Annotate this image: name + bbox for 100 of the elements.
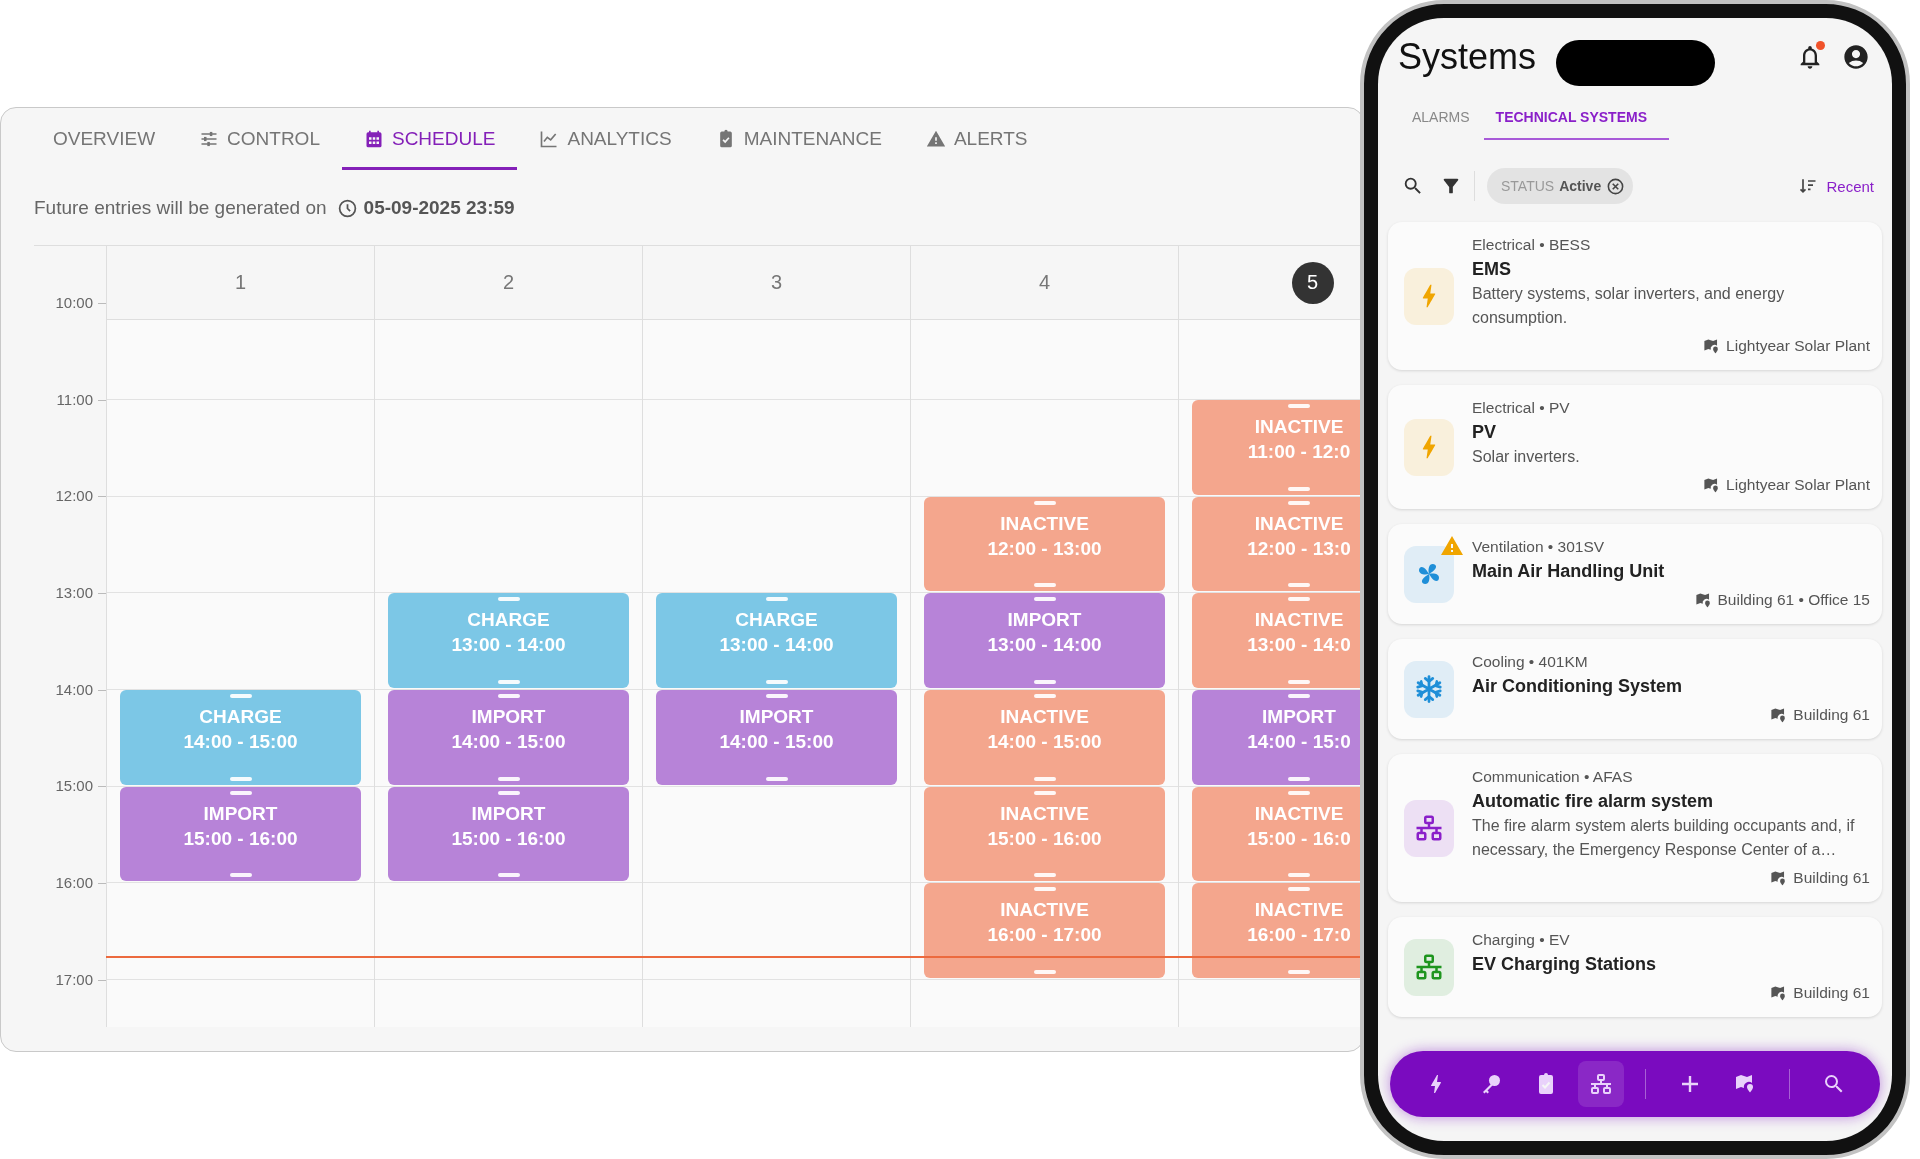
chip-label: STATUS	[1501, 178, 1555, 194]
tab[interactable]: MAINTENANCE	[693, 108, 904, 170]
tab[interactable]: ALERTS	[903, 108, 1050, 170]
event-type: INACTIVE	[1000, 898, 1089, 923]
system-category: Electrical • PV	[1472, 398, 1571, 418]
close-icon[interactable]	[1606, 176, 1626, 196]
search-icon[interactable]	[1402, 175, 1424, 197]
info-text: Future entries will be generated on	[34, 197, 327, 219]
day-number[interactable]: 3	[755, 261, 798, 304]
time-label: 15:00	[55, 776, 93, 797]
system-name: EV Charging Stations	[1472, 953, 1658, 976]
event-time: 15:00 - 16:00	[987, 826, 1102, 851]
resize-handle[interactable]	[497, 776, 520, 781]
location-text: Building 61	[1793, 983, 1870, 1003]
time-label: 12:00	[55, 486, 93, 507]
event-type: IMPORT	[471, 801, 546, 826]
schedule-event[interactable]: IMPORT 14:00 - 15:0	[1192, 690, 1363, 785]
account-icon[interactable]	[1842, 43, 1870, 71]
event-time: 12:00 - 13:00	[987, 536, 1102, 561]
schedule-event[interactable]: IMPORT 15:00 - 16:00	[120, 786, 361, 882]
sliders-icon	[199, 129, 220, 149]
resize-handle[interactable]	[765, 597, 788, 602]
system-card[interactable]: Electrical • BESS EMS Battery systems, solar inverters, and energy consumption. Lightyear Solar Plant	[1388, 222, 1882, 370]
event-type: INACTIVE	[1254, 608, 1344, 633]
resize-handle[interactable]	[1288, 776, 1310, 781]
system-category: Electrical • BESS	[1472, 235, 1592, 255]
resize-handle[interactable]	[229, 776, 252, 781]
system-name: PV	[1472, 421, 1497, 444]
time-label: 10:00	[55, 293, 93, 313]
schedule-event[interactable]: IMPORT 15:00 - 16:00	[388, 786, 629, 882]
resize-handle[interactable]	[229, 694, 252, 699]
tab[interactable]: TECHNICAL SYSTEMS	[1483, 96, 1669, 140]
tab[interactable]: ALARMS	[1398, 96, 1484, 140]
event-time: 15:00 - 16:00	[183, 826, 298, 851]
system-card[interactable]: Cooling • 401KM Air Conditioning System Building 61	[1388, 639, 1882, 739]
schedule-event[interactable]: IMPORT 14:00 - 15:00	[388, 690, 629, 785]
schedule-event[interactable]: IMPORT 14:00 - 15:00	[656, 690, 897, 785]
line-chart-icon	[539, 129, 560, 149]
system-name: Air Conditioning System	[1472, 675, 1683, 698]
event-time: 16:00 - 17:0	[1247, 923, 1351, 948]
day-number[interactable]: 2	[487, 261, 530, 304]
resize-handle[interactable]	[497, 694, 520, 699]
system-card[interactable]: Communication • AFAS Automatic fire alarm system The fire alarm system alerts building occupants and, if necessary, the Emergency Response Center of a… Building 61	[1388, 754, 1882, 902]
system-card[interactable]: Charging • EV EV Charging Stations Building 61	[1388, 917, 1882, 1017]
tab[interactable]: SCHEDULE	[341, 108, 518, 170]
day-number[interactable]: 4	[1023, 261, 1066, 304]
event-type: IMPORT	[1007, 608, 1082, 633]
event-time: 15:00 - 16:00	[451, 826, 566, 851]
event-time: 14:00 - 15:00	[183, 730, 298, 755]
day-number[interactable]: 5	[1291, 261, 1334, 304]
system-card[interactable]: Electrical • PV PV Solar inverters. Lightyear Solar Plant	[1388, 385, 1882, 509]
tab[interactable]: CONTROL	[177, 108, 342, 170]
system-card[interactable]: Ventilation • 301SV Main Air Handling Unit Building 61 • Office 15	[1388, 524, 1882, 624]
tab[interactable]: OVERVIEW	[31, 108, 178, 170]
event-type: IMPORT	[471, 705, 546, 730]
system-category: Ventilation • 301SV	[1472, 537, 1606, 557]
resize-handle[interactable]	[497, 790, 520, 795]
location-text: Building 61	[1793, 705, 1870, 725]
event-time: 14:00 - 15:0	[1247, 730, 1351, 755]
event-time: 14:00 - 15:00	[719, 730, 834, 755]
page-title: Systems	[1398, 36, 1537, 78]
schedule-event[interactable]: IMPORT 13:00 - 14:00	[924, 593, 1165, 689]
event-time: 13:00 - 14:00	[451, 633, 566, 658]
resize-handle[interactable]	[1033, 597, 1056, 602]
event-time: 13:00 - 14:0	[1247, 633, 1351, 658]
event-type: CHARGE	[467, 608, 550, 633]
tab[interactable]: ANALYTICS	[517, 108, 694, 170]
resize-handle[interactable]	[497, 597, 520, 602]
location-text: Lightyear Solar Plant	[1726, 475, 1870, 495]
event-type: CHARGE	[199, 705, 282, 730]
event-type: IMPORT	[203, 801, 278, 826]
event-type: INACTIVE	[1000, 705, 1089, 730]
event-type: IMPORT	[739, 705, 814, 730]
day-number[interactable]: 1	[219, 261, 262, 304]
resize-handle[interactable]	[1288, 694, 1310, 699]
filter-chip[interactable]: STATUS Active	[1487, 168, 1634, 204]
event-type: INACTIVE	[1254, 898, 1344, 923]
event-time: 14:00 - 15:00	[451, 730, 566, 755]
clock-icon	[336, 197, 358, 219]
sort-icon	[1798, 176, 1819, 196]
system-name: Main Air Handling Unit	[1472, 560, 1666, 583]
resize-handle[interactable]	[765, 694, 788, 699]
system-name: Automatic fire alarm system	[1472, 790, 1715, 813]
time-label: 11:00	[56, 389, 93, 410]
resize-handle[interactable]	[765, 776, 788, 781]
resize-handle[interactable]	[229, 790, 252, 795]
nav-button[interactable]	[1578, 1061, 1624, 1107]
event-time: 13:00 - 14:00	[719, 633, 834, 658]
system-category: Communication • AFAS	[1472, 767, 1634, 787]
location-text: Building 61	[1793, 868, 1870, 888]
sort-button[interactable]: Recent	[1798, 176, 1874, 196]
resize-handle[interactable]	[497, 680, 520, 685]
time-label: 14:00	[55, 679, 93, 700]
resize-handle[interactable]	[765, 680, 788, 685]
time-label: 16:00	[55, 873, 93, 894]
resize-handle[interactable]	[497, 873, 520, 878]
system-description: Solar inverters.	[1472, 447, 1581, 467]
date-time: 05-09-2025 23:59	[363, 197, 515, 219]
resize-handle[interactable]	[1033, 680, 1056, 685]
resize-handle[interactable]	[229, 873, 252, 878]
